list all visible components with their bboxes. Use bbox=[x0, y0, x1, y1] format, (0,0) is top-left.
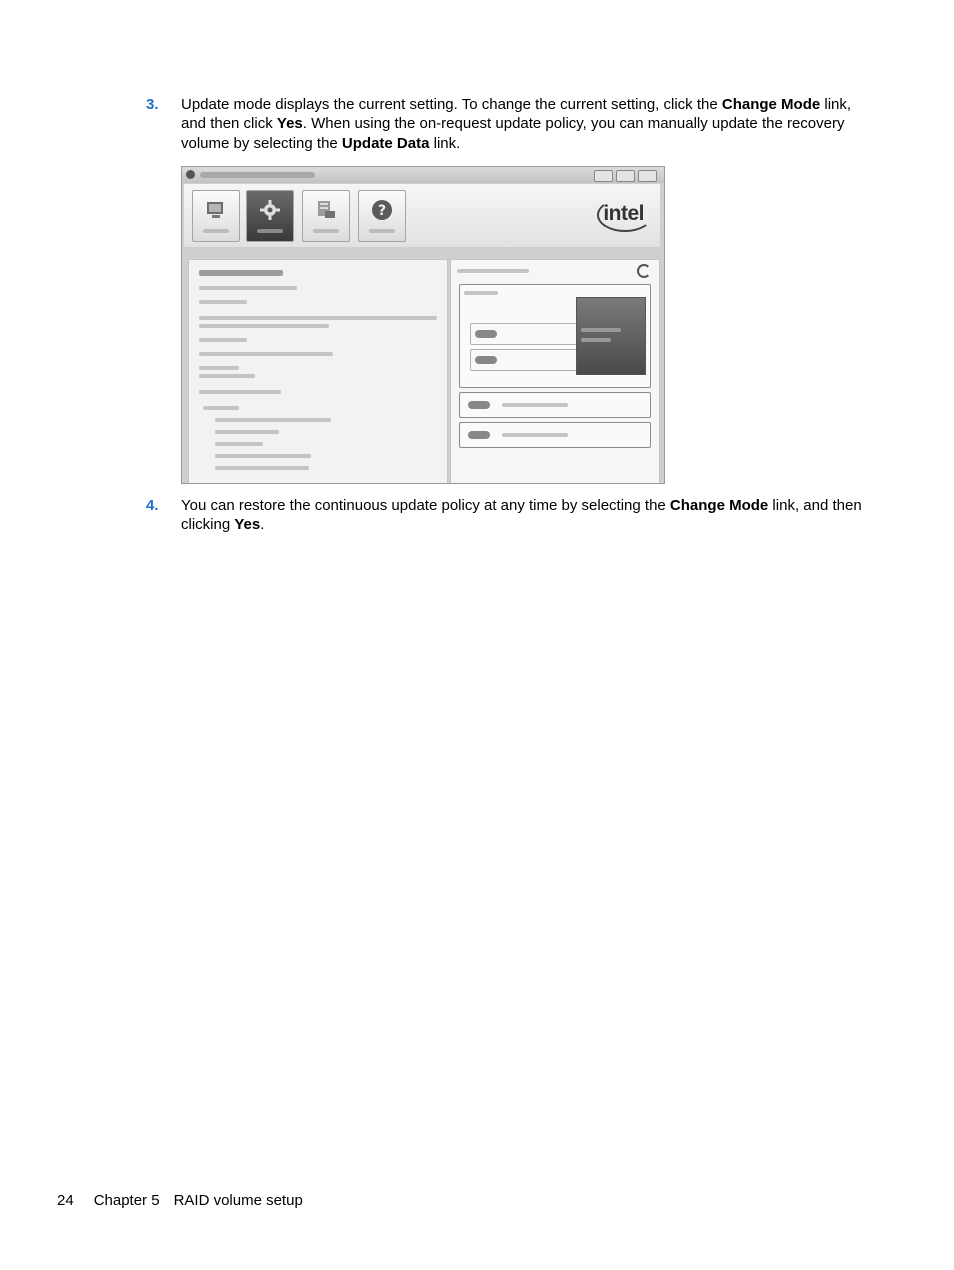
disk-icon bbox=[468, 401, 490, 409]
window-title-blurred bbox=[200, 172, 315, 178]
window-titlebar bbox=[182, 167, 664, 183]
chapter-title: RAID volume setup bbox=[173, 1192, 303, 1209]
bold-term-update-data: Update Data bbox=[341, 134, 430, 152]
text-line-blurred bbox=[215, 454, 311, 458]
text-line-blurred bbox=[199, 324, 329, 328]
step-text: You can restore the continuous update po… bbox=[181, 496, 876, 535]
refresh-icon bbox=[637, 264, 651, 278]
app-screenshot: ? intel bbox=[181, 166, 665, 484]
disk-card bbox=[459, 392, 651, 418]
manage-icon bbox=[260, 200, 280, 220]
toolbar-button-help: ? bbox=[358, 190, 406, 242]
pane-heading-blurred bbox=[457, 269, 529, 273]
text-line-blurred bbox=[502, 403, 568, 407]
disk-row bbox=[470, 323, 578, 345]
step-number: 3. bbox=[146, 96, 159, 113]
text-line-blurred bbox=[581, 328, 621, 332]
disk-icon bbox=[468, 431, 490, 439]
toolbar-button-preferences bbox=[302, 190, 350, 242]
storage-system-view-pane bbox=[450, 259, 660, 483]
text-line-blurred bbox=[215, 466, 309, 470]
text-line-blurred bbox=[199, 374, 255, 378]
text-line-blurred bbox=[199, 390, 281, 394]
text-line-blurred bbox=[215, 418, 331, 422]
text-run: Update mode displays the current setting… bbox=[181, 96, 722, 113]
minimize-icon bbox=[594, 170, 613, 182]
page-footer: 24 Chapter 5 RAID volume setup bbox=[57, 1192, 323, 1209]
app-toolbar: ? intel bbox=[184, 184, 660, 247]
text-line-blurred bbox=[581, 338, 611, 342]
bold-term-change-mode: Change Mode bbox=[669, 497, 769, 514]
text-line-blurred bbox=[215, 430, 279, 434]
text-line-blurred bbox=[502, 433, 568, 437]
step-4: 4. You can restore the continuous update… bbox=[146, 496, 876, 535]
toolbar-button-manage bbox=[246, 190, 294, 242]
close-icon bbox=[638, 170, 657, 182]
preferences-icon bbox=[318, 201, 335, 218]
volume-details-panel bbox=[576, 297, 646, 375]
manage-volume-pane bbox=[188, 259, 448, 483]
toolbar-label-blurred bbox=[313, 229, 339, 233]
toolbar-label-blurred bbox=[203, 229, 229, 233]
bold-term-yes: Yes bbox=[276, 115, 303, 133]
text-run: . bbox=[260, 516, 265, 534]
disk-icon bbox=[475, 330, 497, 338]
step-text: Update mode displays the current setting… bbox=[181, 95, 876, 153]
page-number: 24 bbox=[57, 1192, 74, 1209]
maximize-icon bbox=[616, 170, 635, 182]
svg-text:?: ? bbox=[378, 203, 386, 219]
intel-logo-ring bbox=[597, 198, 654, 232]
toolbar-label-blurred bbox=[257, 229, 283, 233]
chapter-label: Chapter 5 bbox=[93, 1192, 160, 1209]
step-3: 3. Update mode displays the current sett… bbox=[146, 95, 876, 153]
text-line-blurred bbox=[199, 316, 437, 320]
bold-term-change-mode: Change Mode bbox=[721, 96, 821, 113]
text-line-blurred bbox=[215, 442, 263, 446]
disk-row bbox=[470, 349, 578, 371]
bold-term-yes: Yes bbox=[234, 516, 261, 534]
text-run: link. bbox=[429, 134, 461, 152]
text-line-blurred bbox=[203, 406, 239, 410]
text-run: You can restore the continuous update po… bbox=[181, 497, 670, 514]
step-number: 4. bbox=[146, 497, 159, 514]
text-line-blurred bbox=[199, 338, 247, 342]
app-icon bbox=[186, 170, 195, 179]
disk-icon bbox=[475, 356, 497, 364]
text-line-blurred bbox=[199, 366, 239, 370]
text-line-blurred bbox=[464, 291, 498, 295]
status-icon bbox=[207, 202, 223, 218]
toolbar-button-status bbox=[192, 190, 240, 242]
text-line-blurred bbox=[199, 352, 333, 356]
text-line-blurred bbox=[199, 286, 297, 290]
text-line-blurred bbox=[199, 300, 247, 304]
pane-heading-blurred bbox=[199, 270, 283, 276]
toolbar-label-blurred bbox=[369, 229, 395, 233]
disk-card bbox=[459, 422, 651, 448]
help-icon: ? bbox=[372, 200, 392, 220]
volume-card bbox=[459, 284, 651, 388]
intel-logo: intel bbox=[597, 198, 654, 232]
